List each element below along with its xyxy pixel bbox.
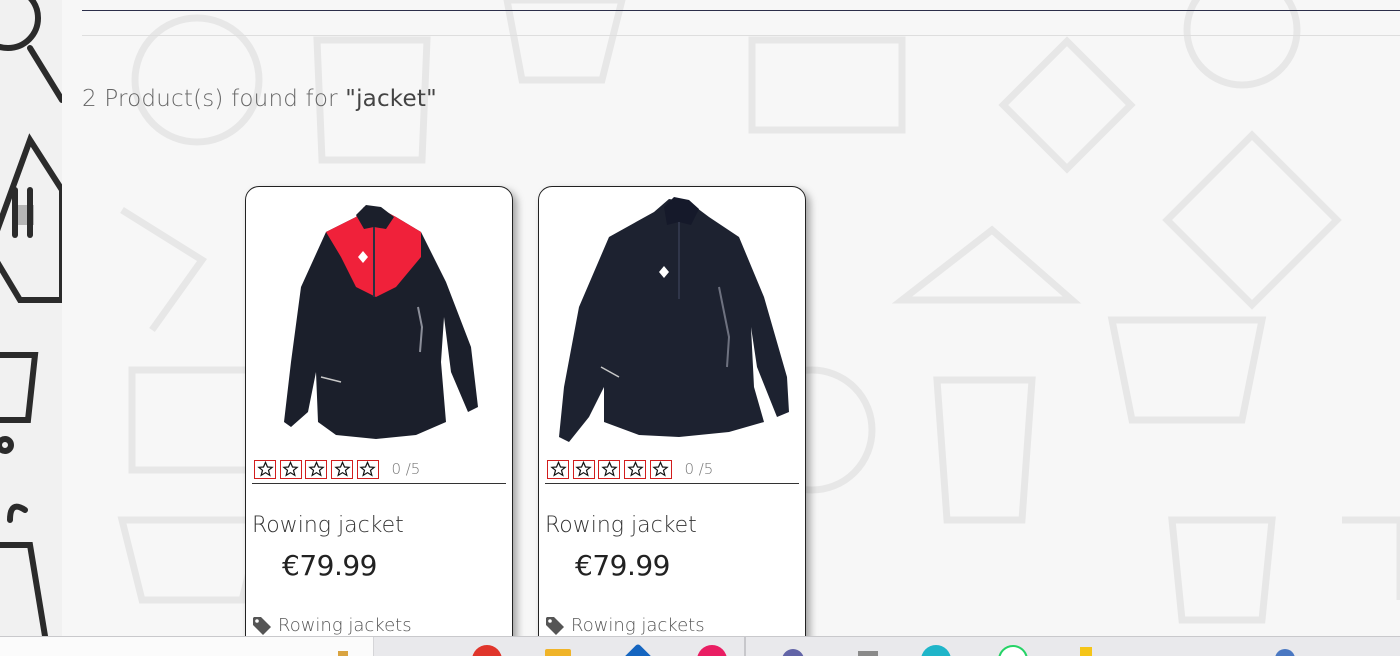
- store-icon[interactable]: [618, 643, 658, 656]
- chrome-icon[interactable]: [472, 645, 502, 656]
- product-category[interactable]: Rowing jackets: [252, 615, 412, 636]
- left-decorative-strip: [0, 0, 62, 636]
- taskbar: [0, 636, 1400, 656]
- category-label[interactable]: Rowing jackets: [278, 615, 412, 636]
- category-label[interactable]: Rowing jackets: [571, 615, 705, 636]
- app-icon[interactable]: [338, 651, 348, 656]
- search-result-summary: 2 Product(s) found for "jacket": [82, 86, 437, 112]
- product-image[interactable]: [539, 187, 806, 452]
- product-card[interactable]: 0 /5 Rowing jacket €79.99 Rowing jackets: [245, 186, 513, 636]
- edge-icon[interactable]: [921, 645, 951, 656]
- shopping-pattern-icon: [0, 0, 62, 636]
- user-icon[interactable]: [1275, 649, 1295, 656]
- star-icon[interactable]: [649, 459, 672, 479]
- tag-icon: [252, 616, 272, 636]
- star-icon[interactable]: [331, 459, 354, 479]
- search-query-text: "jacket": [345, 86, 437, 112]
- product-title[interactable]: Rowing jacket: [252, 513, 404, 538]
- notes-icon[interactable]: [858, 651, 878, 656]
- header-rule-dark: [82, 10, 1400, 11]
- whatsapp-icon[interactable]: [998, 645, 1028, 656]
- page: 2 Product(s) found for "jacket" 0 /5 Row…: [0, 0, 1400, 656]
- card-divider: [545, 483, 799, 484]
- main-content: 2 Product(s) found for "jacket" 0 /5 Row…: [62, 0, 1400, 636]
- rating-stars: 0 /5: [254, 458, 420, 480]
- product-category[interactable]: Rowing jackets: [545, 615, 705, 636]
- header-rule-light: [82, 35, 1400, 36]
- star-icon[interactable]: [356, 459, 379, 479]
- rating-stars: 0 /5: [547, 458, 713, 480]
- tag-icon: [545, 616, 565, 636]
- star-icon[interactable]: [598, 459, 621, 479]
- product-card[interactable]: 0 /5 Rowing jacket €79.99 Rowing jackets: [538, 186, 806, 636]
- star-icon[interactable]: [547, 459, 569, 479]
- browser-icon[interactable]: [697, 645, 727, 656]
- card-divider: [252, 483, 506, 484]
- star-icon[interactable]: [572, 459, 595, 479]
- files-icon[interactable]: [545, 649, 571, 656]
- product-title[interactable]: Rowing jacket: [545, 513, 697, 538]
- star-icon[interactable]: [624, 459, 647, 479]
- result-count-text: 2 Product(s) found for: [82, 86, 346, 112]
- product-price: €79.99: [575, 549, 670, 582]
- star-icon[interactable]: [254, 459, 276, 479]
- product-price: €79.99: [282, 549, 377, 582]
- star-icon[interactable]: [279, 459, 302, 479]
- bolt-icon[interactable]: [1080, 647, 1092, 656]
- rating-text: 0 /5: [684, 460, 714, 478]
- star-icon[interactable]: [305, 459, 328, 479]
- product-image[interactable]: [246, 187, 513, 452]
- taskbar-search-area[interactable]: [0, 637, 374, 656]
- taskbar-separator: [744, 637, 746, 656]
- teams-icon[interactable]: [782, 649, 804, 656]
- rating-text: 0 /5: [391, 460, 421, 478]
